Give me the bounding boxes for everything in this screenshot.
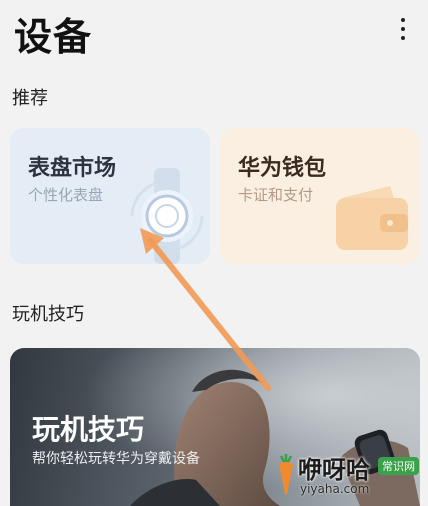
card-subtitle: 卡证和支付	[238, 186, 314, 204]
watermark-url: yiyaha.com	[300, 482, 370, 496]
card-huawei-wallet[interactable]: 华为钱包 卡证和支付	[220, 128, 420, 264]
more-options-button[interactable]	[392, 12, 414, 46]
section-label-recommend: 推荐	[12, 88, 48, 109]
banner-title: 玩机技巧	[32, 413, 145, 446]
more-vertical-icon	[401, 18, 405, 22]
watch-icon	[130, 168, 204, 264]
card-title: 表盘市场	[28, 156, 117, 181]
carrot-logo-icon	[279, 454, 293, 495]
banner-subtitle: 帮你轻松玩转华为穿戴设备	[32, 451, 200, 467]
card-subtitle: 个性化表盘	[28, 186, 104, 204]
watermark-text: 咿呀哈	[298, 456, 370, 484]
page-title: 设备	[14, 15, 93, 59]
section-label-tips: 玩机技巧	[12, 304, 84, 325]
card-title: 华为钱包	[238, 156, 327, 181]
watermark-badge: 常识网	[378, 457, 419, 475]
card-watchface-market[interactable]: 表盘市场 个性化表盘	[10, 128, 210, 264]
watermark: 咿呀哈 常识网 yiyaha.com	[272, 448, 422, 502]
wallet-icon	[336, 186, 408, 250]
